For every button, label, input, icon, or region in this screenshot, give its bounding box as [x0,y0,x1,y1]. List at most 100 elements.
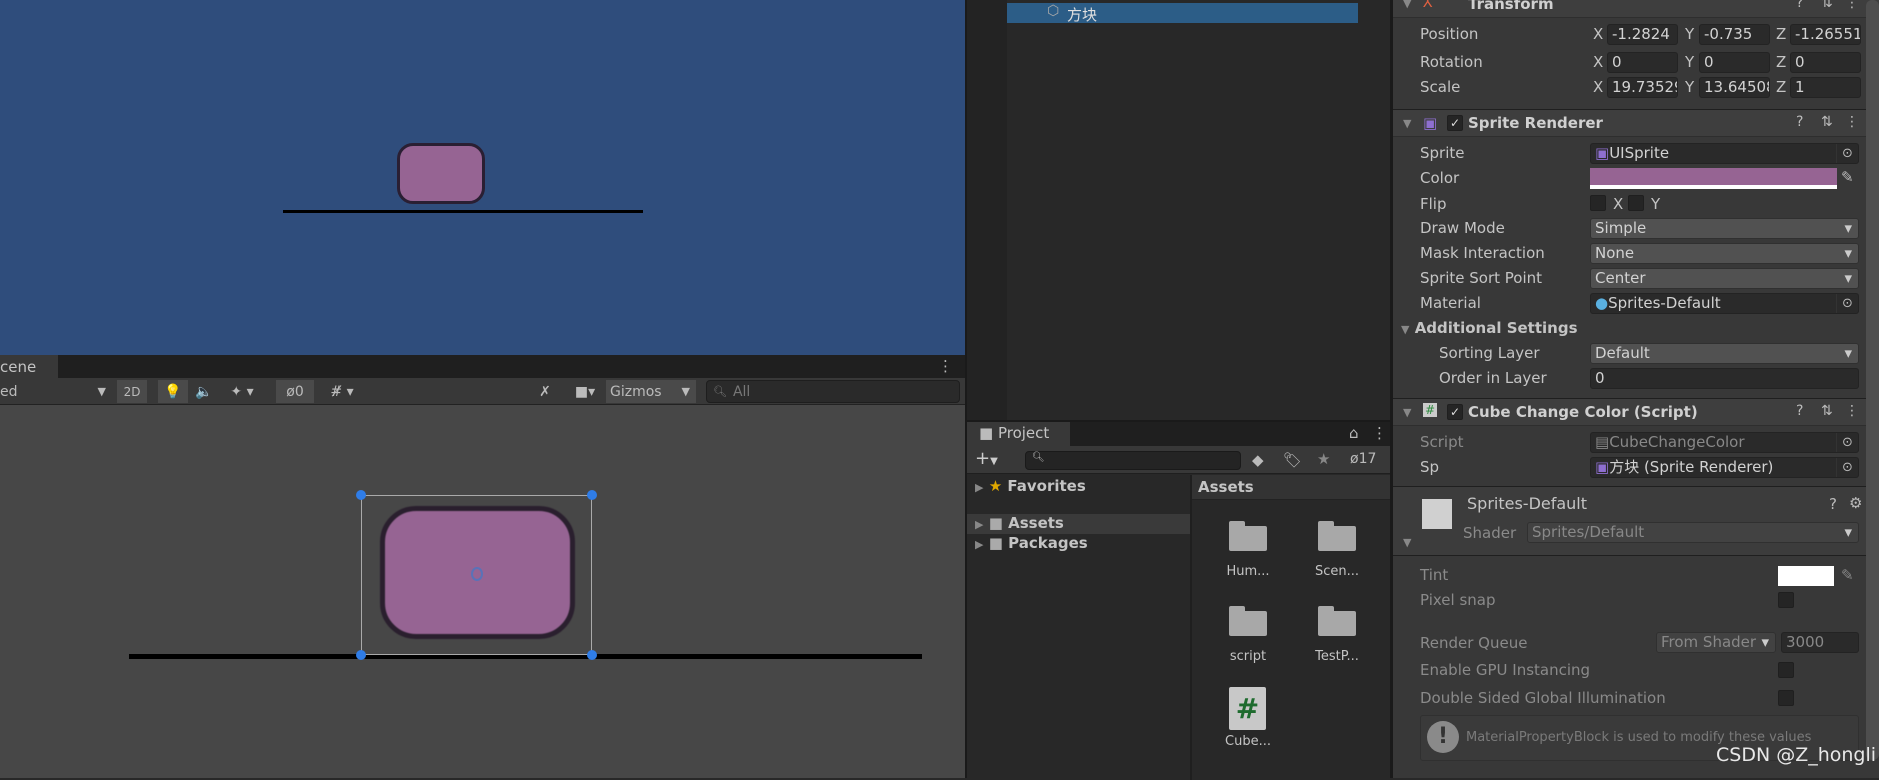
enabled-checkbox[interactable]: ✓ [1447,404,1463,420]
tree-label: Packages [1008,534,1088,552]
scene-view[interactable] [0,405,965,778]
inspector-scrollbar[interactable] [1866,0,1879,760]
help-icon[interactable]: ? [1796,0,1803,11]
gear-icon[interactable]: ⚙ [1849,494,1862,512]
shading-mode-dropdown[interactable]: ed ▼ [0,380,110,403]
position-x-field[interactable]: -1.2824 [1607,24,1678,45]
lock-icon[interactable]: ⌂ [1349,424,1359,442]
transform-header[interactable]: ▼ ⅄ Transform? ⇅ ⋮ [1393,0,1879,18]
folder-icon: ■ [988,514,1003,532]
hierarchy-item-selected[interactable]: ⬡ 方块 [1007,3,1358,24]
scale-y-field[interactable]: 13.64508 [1699,77,1770,98]
more-icon[interactable]: ⋮ [1372,424,1387,442]
audio-icon[interactable]: 🔈 [192,380,216,403]
scene-toolbar: ed ▼ 2D 💡 🔈 ✦ ▾ ø0 #̸ ▾ ✗ ■▾ Gizmos ▼ 🔍︎ Al… [0,378,965,405]
tab-scene[interactable]: cene [0,355,58,378]
rotation-x-field[interactable]: 0 [1607,52,1678,73]
object-picker-icon: ⊙ [1836,433,1858,452]
tab-project[interactable]: ■ Project [967,422,1070,446]
tint-label: Tint [1420,566,1449,584]
breadcrumb: Assets [1192,475,1390,500]
color-field[interactable] [1590,168,1837,189]
lighting-icon[interactable]: 💡 [158,380,188,403]
order-in-layer-field[interactable]: 0 [1590,368,1859,389]
asset-name: Scen... [1314,564,1360,579]
tools-icon[interactable]: ✗ [535,380,555,403]
game-cube [397,143,485,204]
more-icon[interactable]: ⋮ [1845,0,1859,11]
rotation-z-field[interactable]: 0 [1790,52,1861,73]
game-view[interactable] [0,0,965,355]
material-preview [1422,499,1452,529]
flip-x-checkbox[interactable] [1590,195,1606,211]
script-file-icon: ▤ [1595,433,1610,451]
pivot-handle[interactable] [471,567,483,581]
hidden-packages-toggle[interactable]: ø17 [1350,451,1376,467]
project-search-input[interactable]: 🔍︎ [1025,451,1241,470]
resize-handle[interactable] [587,650,597,660]
mask-interaction-dropdown[interactable]: None [1590,243,1859,264]
sprite-renderer-header[interactable]: ▼ ▣ ✓ Sprite Renderer? ⇅ ⋮ [1393,109,1879,137]
script-header[interactable]: ▼ # ✓ Cube Change Color (Script)? ⇅ ⋮ [1393,398,1879,426]
enabled-checkbox[interactable]: ✓ [1447,115,1463,131]
object-picker-icon[interactable]: ⊙ [1836,144,1858,163]
help-icon[interactable]: ? [1796,403,1803,419]
grid-snap-icon[interactable]: #̸ ▾ [318,380,366,403]
rotation-y-field[interactable]: 0 [1699,52,1770,73]
sorting-layer-dropdown[interactable]: Default [1590,343,1859,364]
position-z-field[interactable]: -1.26551 [1790,24,1861,45]
filter-by-type-icon[interactable]: ◆ [1252,451,1264,469]
sprite-renderer-icon: ▣ [1423,114,1438,132]
draw-mode-dropdown[interactable]: Simple [1590,218,1859,239]
favorite-star-icon[interactable]: ★ [1317,450,1330,468]
sprite-renderer-icon: ▣ [1595,458,1610,476]
resize-handle[interactable] [587,490,597,500]
scene-search-input[interactable]: 🔍︎ All [706,380,960,403]
shading-mode-value: ed [0,383,18,400]
gpu-instancing-checkbox [1778,662,1794,678]
sprite-field[interactable]: ▣UISprite ⊙ [1590,143,1859,164]
2d-toggle[interactable]: 2D [117,380,147,403]
object-picker-icon[interactable]: ⊙ [1836,294,1858,313]
scale-z-field[interactable]: 1 [1790,77,1861,98]
create-button[interactable]: +▼ [975,448,998,469]
inspector-panel: ▼ ⅄ Transform? ⇅ ⋮ Position X -1.2824 Y -0.735… [1390,0,1879,778]
position-y-field[interactable]: -0.735 [1699,24,1770,45]
effects-icon[interactable]: ✦ ▾ [222,380,262,403]
hidden-objects-toggle[interactable]: ø0 [276,380,314,403]
more-icon[interactable]: ⋮ [1845,114,1859,130]
additional-settings-foldout[interactable]: ▼ Additional Settings [1401,319,1578,337]
resize-handle[interactable] [356,490,366,500]
help-icon[interactable]: ? [1829,495,1837,513]
breadcrumb-assets[interactable]: Assets [1198,478,1254,496]
flip-y-checkbox[interactable] [1628,195,1644,211]
material-field[interactable]: ●Sprites-Default ⊙ [1590,293,1859,314]
component-title: Cube Change Color (Script) [1468,403,1698,421]
sp-field[interactable]: ▣方块 (Sprite Renderer) ⊙ [1590,457,1859,478]
presets-icon[interactable]: ⇅ [1821,0,1833,11]
tree-item-packages[interactable]: ▶ ■ Packages [975,534,1088,552]
presets-icon[interactable]: ⇅ [1821,403,1833,419]
tree-item-favorites[interactable]: ▶ ★ Favorites [975,477,1086,495]
pixel-snap-label: Pixel snap [1420,591,1496,609]
object-picker-icon[interactable]: ⊙ [1836,458,1858,477]
scale-x-field[interactable]: 19.73529 [1607,77,1678,98]
mask-interaction-label: Mask Interaction [1420,244,1545,262]
more-icon[interactable]: ⋮ [938,357,953,375]
eyedropper-icon[interactable]: ✎ [1841,168,1854,186]
camera-icon[interactable]: ■▾ [567,380,603,403]
filter-by-label-icon[interactable]: 🏷︎ [1283,451,1302,469]
more-icon[interactable]: ⋮ [1845,403,1859,419]
presets-icon[interactable]: ⇅ [1821,114,1833,130]
resize-handle[interactable] [356,650,366,660]
scene-tab-bar: ⋮ [0,355,965,378]
component-title: Transform [1468,0,1554,13]
tree-item-assets[interactable]: ▶ ■ Assets [967,514,1190,534]
sort-point-dropdown[interactable]: Center [1590,268,1859,289]
render-queue-dropdown: From Shader [1656,632,1776,653]
sprite-icon: ▣ [1595,144,1610,162]
tree-label: Assets [1008,514,1064,532]
watermark: CSDN @Z_hongli [1716,744,1877,766]
gizmos-dropdown[interactable]: Gizmos ▼ [606,380,696,403]
help-icon[interactable]: ? [1796,114,1803,130]
